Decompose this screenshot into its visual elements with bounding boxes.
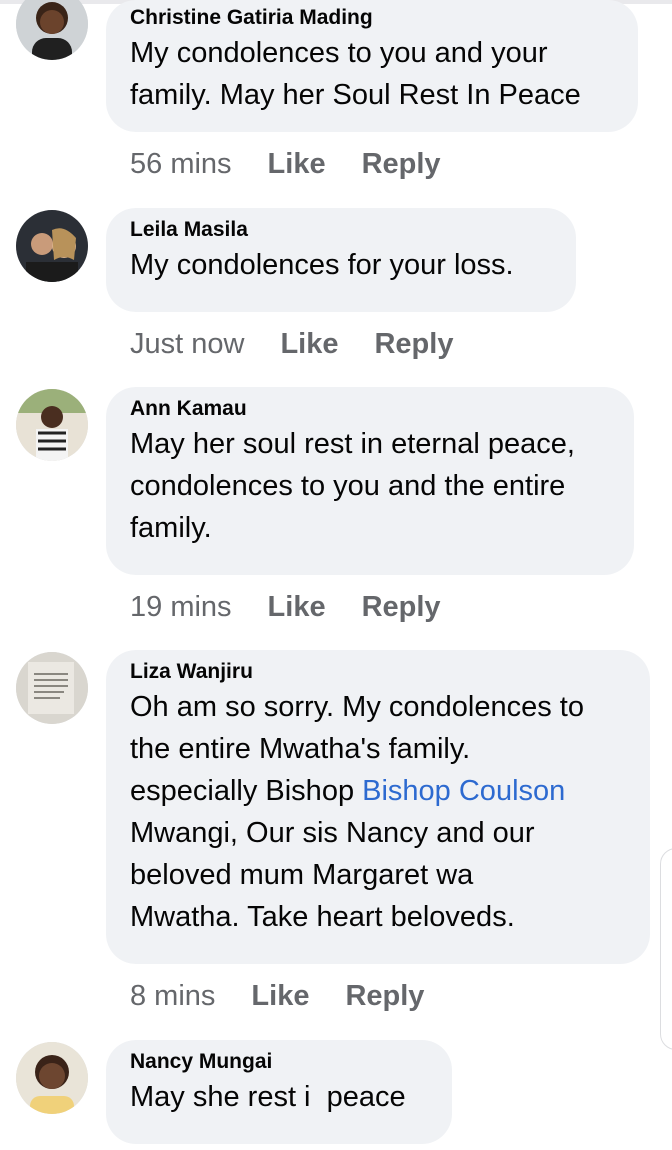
comment-actions: 8 mins Like Reply <box>130 978 460 1014</box>
comment-bubble[interactable]: Ann Kamau May her soul rest in eternal p… <box>106 387 634 575</box>
avatar[interactable] <box>16 652 88 724</box>
avatar[interactable] <box>16 389 88 461</box>
like-button[interactable]: Like <box>268 589 326 625</box>
comment-bubble[interactable]: Liza Wanjiru Oh am so sorry. My condolen… <box>106 650 650 964</box>
comment-text-with-mention: especially Bishop Bishop Coulson <box>130 770 626 812</box>
comment-text-fragment: especially Bishop <box>130 775 363 807</box>
avatar[interactable] <box>16 1042 88 1114</box>
reply-button[interactable]: Reply <box>362 146 441 182</box>
comment-text: the entire Mwatha's family. <box>130 733 471 765</box>
comment-author[interactable]: Liza Wanjiru <box>130 658 626 686</box>
comment-actions: Just now Like Reply <box>130 326 489 362</box>
comment-time[interactable]: 8 mins <box>130 978 215 1014</box>
comment-text: family. May her Soul Rest In Peace <box>130 79 581 111</box>
comment-text: Mwangi, Our sis Nancy and our <box>130 817 535 849</box>
comment-time[interactable]: 19 mins <box>130 589 232 625</box>
comment-text: Oh am so sorry. My condolences to <box>130 691 584 723</box>
comment-author[interactable]: Ann Kamau <box>130 395 610 423</box>
comment-text: beloved mum Margaret wa <box>130 859 474 891</box>
comment-actions: 19 mins Like Reply <box>130 589 477 625</box>
reply-button[interactable]: Reply <box>362 589 441 625</box>
reply-button[interactable]: Reply <box>374 326 453 362</box>
comment-text: May she rest i peace <box>130 1081 406 1113</box>
reply-button[interactable]: Reply <box>345 978 424 1014</box>
like-button[interactable]: Like <box>280 326 338 362</box>
comment-bubble[interactable]: Leila Masila My condolences for your los… <box>106 208 576 312</box>
comment-author[interactable]: Leila Masila <box>130 216 552 244</box>
comment-text: My condolences to you and your <box>130 37 548 69</box>
comment-text: May her soul rest in eternal peace, <box>130 428 575 460</box>
comment-time[interactable]: Just now <box>130 326 244 362</box>
comment-text: Mwatha. Take heart beloveds. <box>130 901 515 933</box>
comment-bubble[interactable]: Nancy Mungai May she rest i peace <box>106 1040 452 1144</box>
comment-bubble[interactable]: Christine Gatiria Mading My condolences … <box>106 0 638 132</box>
like-button[interactable]: Like <box>251 978 309 1014</box>
comment-author[interactable]: Christine Gatiria Mading <box>130 4 614 32</box>
comment-text: My condolences for your loss. <box>130 249 514 281</box>
comment-actions: 56 mins Like Reply <box>130 146 477 182</box>
comment-text: family. <box>130 512 212 544</box>
like-button[interactable]: Like <box>268 146 326 182</box>
floating-edge-panel[interactable] <box>660 848 672 1050</box>
avatar[interactable] <box>16 0 88 60</box>
comment-time[interactable]: 56 mins <box>130 146 232 182</box>
mention-link[interactable]: Bishop Coulson <box>362 775 565 807</box>
comment-text: condolences to you and the entire <box>130 470 566 502</box>
comment-author[interactable]: Nancy Mungai <box>130 1048 428 1076</box>
avatar[interactable] <box>16 210 88 282</box>
